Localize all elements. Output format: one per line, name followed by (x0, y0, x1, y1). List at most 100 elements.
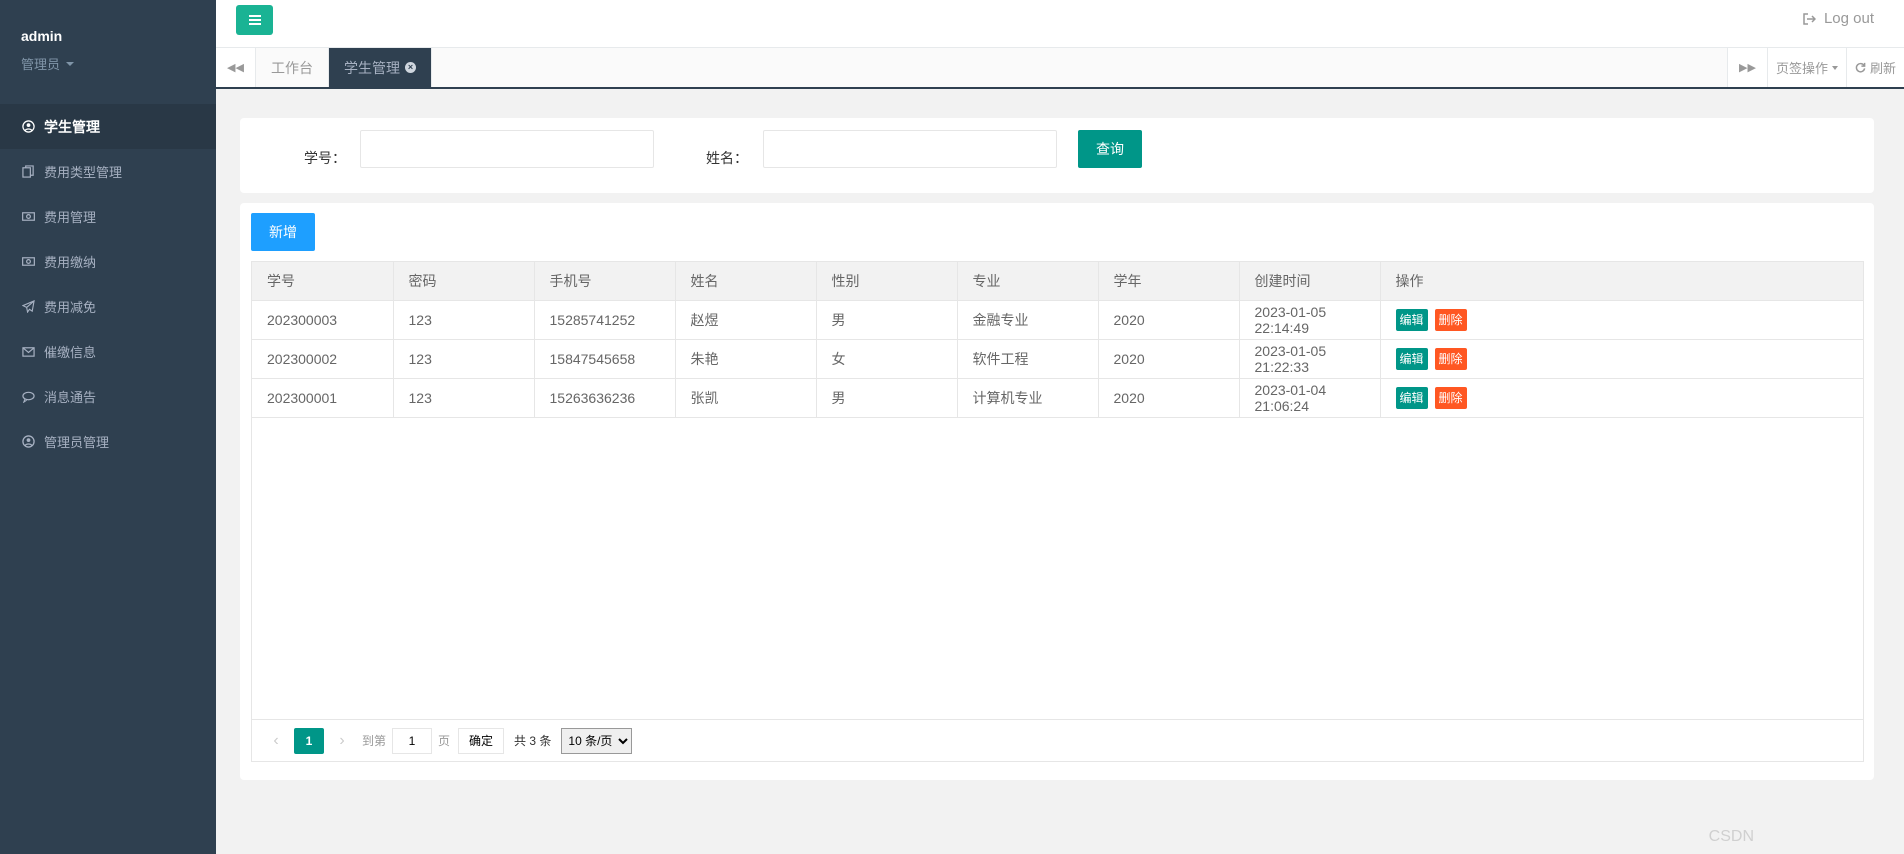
user-role-dropdown[interactable]: 管理员 (21, 54, 216, 73)
paper-plane-icon (21, 300, 35, 314)
sidebar-item-6[interactable]: 消息通告 (0, 374, 216, 419)
table-cell: 赵煜 (675, 300, 817, 340)
row-actions: 编辑 删除 (1380, 300, 1863, 340)
table-row: 202300002 123 15847545658 朱艳女软件工程 2020 2023-0… (252, 339, 1863, 379)
sidebar-item-label: 管理员管理 (44, 435, 110, 450)
table-cell: 202300001 (252, 378, 394, 418)
student-id-label: 学号： (304, 150, 346, 166)
total-count: 共 3 条 (514, 734, 552, 748)
top-navbar: Log out (216, 0, 1904, 48)
sidebar-item-label: 学生管理 (44, 118, 100, 135)
add-student-button[interactable]: 新增 (251, 213, 315, 251)
sidebar-item-4[interactable]: 费用减免 (0, 284, 216, 329)
sidebar-item-5[interactable]: 催缴信息 (0, 329, 216, 374)
table-cell: 123 (393, 300, 535, 340)
student-name-label: 姓名： (706, 150, 748, 166)
table-cell: 男 (816, 300, 958, 340)
edit-button[interactable]: 编辑 (1395, 386, 1428, 409)
column-header: 姓名 (675, 262, 817, 301)
table-cell: 朱艳 (675, 339, 817, 379)
column-header: 手机号 (534, 262, 676, 301)
table-cell: 金融专业 (957, 300, 1099, 340)
sidebar-item-label: 催缴信息 (44, 345, 97, 360)
sidebar-item-2[interactable]: 费用管理 (0, 194, 216, 239)
table-cell: 202300002 (252, 339, 394, 379)
page-size-select[interactable]: 10 条/页 (561, 727, 633, 754)
logout-link[interactable]: Log out (1803, 10, 1874, 27)
column-header: 创建时间 (1239, 262, 1381, 301)
page-number-current[interactable]: 1 (294, 727, 324, 754)
sidebar: admin 管理员 学生管理费用类型管理 费用管理费用缴纳费用减免催缴信息消息通告… (0, 0, 216, 854)
edit-button[interactable]: 编辑 (1395, 347, 1428, 370)
sidebar-item-label: 费用管理 (44, 210, 97, 225)
student-name-input[interactable] (763, 130, 1057, 168)
pagination: ‹ 1 › 到第 页 确定 共 3 条 10 条/页 (252, 719, 1863, 761)
edit-button[interactable]: 编辑 (1395, 308, 1428, 331)
tab-label: 工作台 (271, 59, 313, 76)
tab-workbench[interactable]: 工作台 (256, 48, 329, 87)
sidebar-menu: 学生管理费用类型管理 费用管理费用缴纳费用减免催缴信息消息通告管理员管理 (0, 104, 216, 464)
column-header: 密码 (393, 262, 535, 301)
table-cell: 计算机专业 (957, 378, 1099, 418)
sidebar-item-label: 费用类型管理 (44, 165, 123, 180)
column-header: 操作 (1380, 262, 1863, 301)
column-header: 专业 (957, 262, 1099, 301)
delete-button[interactable]: 删除 (1434, 308, 1467, 331)
sidebar-item-1[interactable]: 费用类型管理 (0, 149, 216, 194)
bars-icon (248, 15, 261, 25)
menu-toggle-button[interactable] (236, 5, 273, 35)
caret-down-icon (1831, 65, 1838, 70)
delete-button[interactable]: 删除 (1434, 386, 1467, 409)
table-cell: 2020 (1098, 300, 1240, 340)
student-table-panel: 新增 学号 密码 手机号 姓名 性别 专业 学年 创建时间 操作 202300003 123 152… (240, 203, 1874, 780)
forward-icon: ▶▶ (1739, 62, 1756, 74)
table-cell: 2020 (1098, 378, 1240, 418)
column-header: 学号 (252, 262, 394, 301)
search-button[interactable]: 查询 (1078, 130, 1142, 168)
table-cell: 2023-01-04 21:06:24 (1239, 378, 1381, 418)
next-page-button[interactable]: › (328, 728, 356, 754)
search-form: 学号： 姓名： 查询 (240, 118, 1874, 193)
page-tabs-bar: ◀◀ 工作台 学生管理 × ▶▶ 页签操作 刷新 (216, 48, 1904, 89)
caret-down-icon (66, 61, 75, 66)
goto-confirm-button[interactable]: 确定 (458, 727, 505, 754)
table-row: 202300003 123 15285741252 赵煜男金融专业 2020 2023-0… (252, 300, 1863, 340)
refresh-button[interactable]: 刷新 (1845, 48, 1904, 87)
sidebar-item-label: 费用减免 (44, 300, 97, 315)
table-cell: 123 (393, 339, 535, 379)
row-actions: 编辑 删除 (1380, 378, 1863, 418)
sidebar-item-label: 费用缴纳 (44, 255, 97, 270)
prev-page-button[interactable]: ‹ (262, 728, 290, 754)
column-header: 学年 (1098, 262, 1240, 301)
money-icon (21, 210, 35, 224)
copy-icon (21, 165, 35, 179)
user-circle-icon (21, 120, 35, 134)
table-cell: 15285741252 (534, 300, 676, 340)
goto-page-input[interactable] (392, 727, 433, 754)
table-cell: 15263636236 (534, 378, 676, 418)
table-cell: 张凯 (675, 378, 817, 418)
comment-icon (21, 390, 35, 404)
user-name: admin (21, 28, 63, 44)
close-circle-icon[interactable]: × (405, 62, 416, 73)
page-ops-dropdown[interactable]: 页签操作 (1766, 48, 1846, 87)
table-cell: 女 (816, 339, 958, 379)
tab-student-management[interactable]: 学生管理 × (329, 48, 432, 87)
delete-button[interactable]: 删除 (1434, 347, 1467, 370)
sidebar-item-3[interactable]: 费用缴纳 (0, 239, 216, 284)
sidebar-item-7[interactable]: 管理员管理 (0, 419, 216, 464)
table-cell: 2020 (1098, 339, 1240, 379)
row-actions: 编辑 删除 (1380, 339, 1863, 379)
sidebar-item-0[interactable]: 学生管理 (0, 104, 216, 149)
refresh-label: 刷新 (1869, 61, 1896, 76)
table-cell: 202300003 (252, 300, 394, 340)
tab-label: 学生管理 (344, 59, 400, 76)
page-unit-label: 页 (438, 734, 451, 748)
sidebar-item-label: 消息通告 (44, 390, 97, 405)
money-icon (21, 255, 35, 269)
tabs-scroll-left-button[interactable]: ◀◀ (216, 48, 256, 87)
table-cell: 软件工程 (957, 339, 1099, 379)
tabs-scroll-right-button[interactable]: ▶▶ (1726, 48, 1767, 87)
goto-label: 到第 (362, 734, 387, 748)
student-id-input[interactable] (360, 130, 654, 168)
